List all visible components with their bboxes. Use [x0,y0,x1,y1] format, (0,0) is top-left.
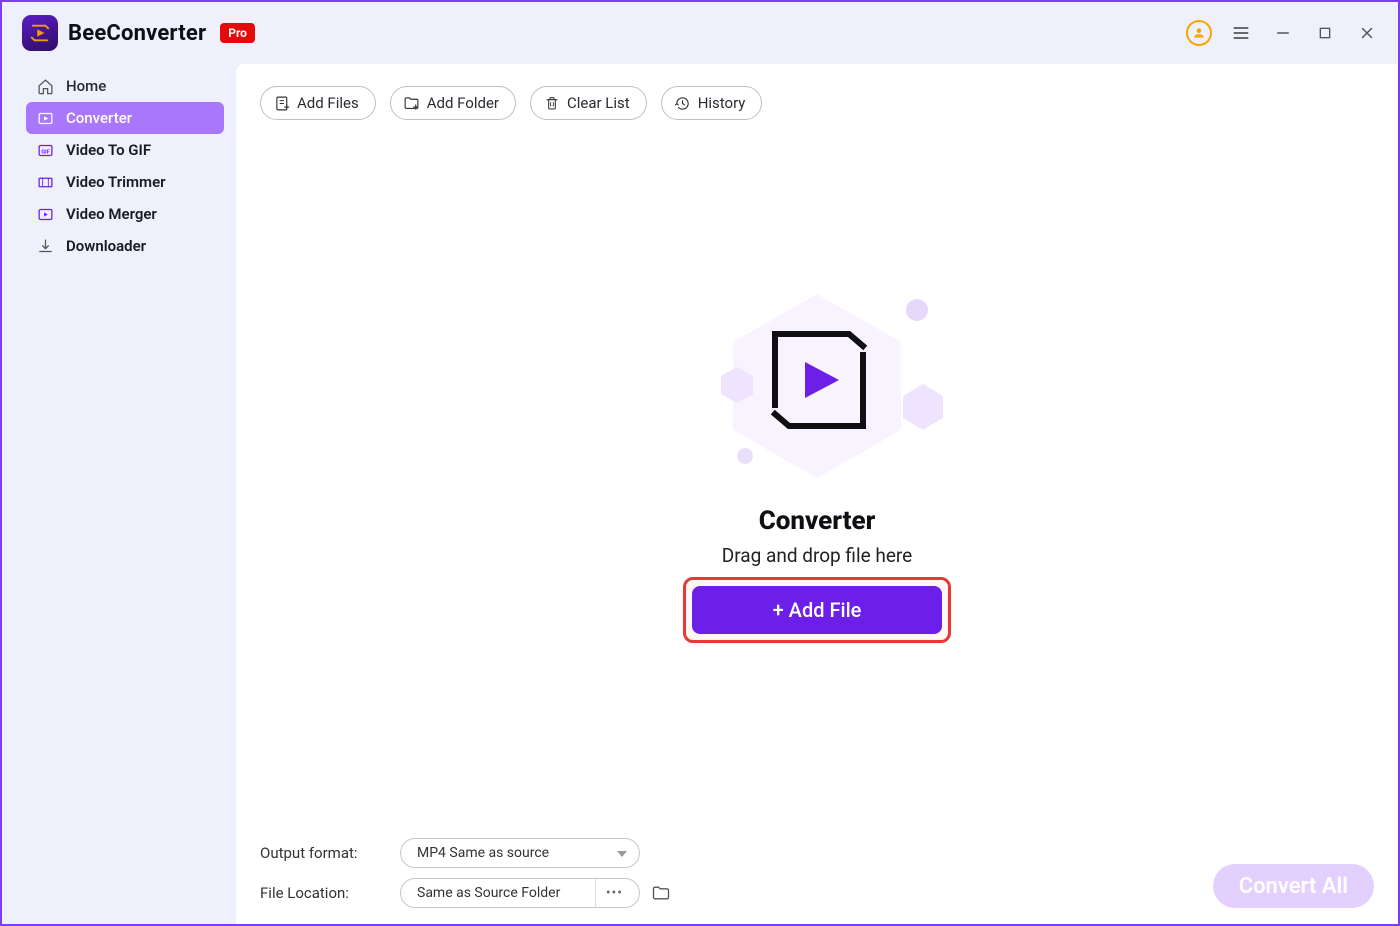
button-label: Add Files [297,94,359,112]
file-location-input[interactable]: Same as Source Folder ••• [400,878,640,908]
sidebar-item-label: Video Trimmer [66,173,166,191]
download-icon [36,237,54,255]
sidebar-item-converter[interactable]: Converter [26,102,224,134]
footer: Output format: MP4 Same as source File L… [236,828,1398,924]
app-logo-icon [22,15,58,51]
converter-illustration [657,276,977,496]
toolbar: Add Files Add Folder Clear List [236,64,1398,130]
pro-badge: Pro [220,23,255,43]
minimize-button[interactable] [1270,20,1296,46]
brand: BeeConverter Pro [22,15,255,51]
button-label: Add Folder [427,94,499,112]
file-location-value: Same as Source Folder [417,885,560,901]
add-file-highlight: + Add File [683,577,951,643]
sidebar-item-label: Downloader [66,237,146,255]
app-window: BeeConverter Pro [0,0,1400,926]
sidebar: Home Converter GIF Video To GIF Video Tr… [2,64,236,924]
add-folder-icon [403,94,421,112]
user-icon [1186,20,1212,46]
footer-settings: Output format: MP4 Same as source File L… [260,838,672,908]
title-actions [1186,20,1380,46]
app-title: BeeConverter [68,21,206,46]
sidebar-item-video-to-gif[interactable]: GIF Video To GIF [26,134,224,166]
sidebar-item-video-trimmer[interactable]: Video Trimmer [26,166,224,198]
button-label: Clear List [567,94,630,112]
close-button[interactable] [1354,20,1380,46]
gif-icon: GIF [36,141,54,159]
sidebar-item-label: Video To GIF [66,141,151,159]
empty-title: Converter [657,506,977,536]
maximize-icon [1317,25,1333,41]
empty-state: Converter Drag and drop file here + Add … [657,276,977,643]
output-format-select[interactable]: MP4 Same as source [400,838,640,868]
main-panel: Add Files Add Folder Clear List [236,64,1398,924]
body: Home Converter GIF Video To GIF Video Tr… [2,64,1398,924]
svg-text:GIF: GIF [41,149,50,155]
sidebar-item-downloader[interactable]: Downloader [26,230,224,262]
user-account-button[interactable] [1186,20,1212,46]
title-bar: BeeConverter Pro [2,2,1398,64]
sidebar-item-label: Home [66,77,106,95]
output-format-value: MP4 Same as source [417,845,549,861]
output-format-label: Output format: [260,844,390,862]
clear-list-button[interactable]: Clear List [530,86,647,120]
trash-icon [543,94,561,112]
empty-subtitle: Drag and drop file here [657,544,977,567]
sidebar-item-video-merger[interactable]: Video Merger [26,198,224,230]
maximize-button[interactable] [1312,20,1338,46]
button-label: History [698,94,746,112]
convert-all-button[interactable]: Convert All [1213,864,1374,908]
sidebar-item-label: Converter [66,109,132,127]
trimmer-icon [36,173,54,191]
hamburger-icon [1231,23,1251,43]
file-location-label: File Location: [260,884,390,902]
add-folder-button[interactable]: Add Folder [390,86,516,120]
more-icon[interactable]: ••• [595,879,627,907]
add-files-button[interactable]: Add Files [260,86,376,120]
open-folder-button[interactable] [650,882,672,904]
merger-icon [36,205,54,223]
dropzone[interactable]: Converter Drag and drop file here + Add … [236,130,1398,828]
sidebar-item-home[interactable]: Home [26,70,224,102]
close-icon [1358,24,1376,42]
add-file-button[interactable]: + Add File [692,586,942,634]
minimize-icon [1274,24,1292,42]
menu-button[interactable] [1228,20,1254,46]
home-icon [36,77,54,95]
add-files-icon [273,94,291,112]
converter-icon [36,109,54,127]
sidebar-item-label: Video Merger [66,205,157,223]
history-button[interactable]: History [661,86,763,120]
folder-icon [651,883,671,903]
history-icon [674,94,692,112]
